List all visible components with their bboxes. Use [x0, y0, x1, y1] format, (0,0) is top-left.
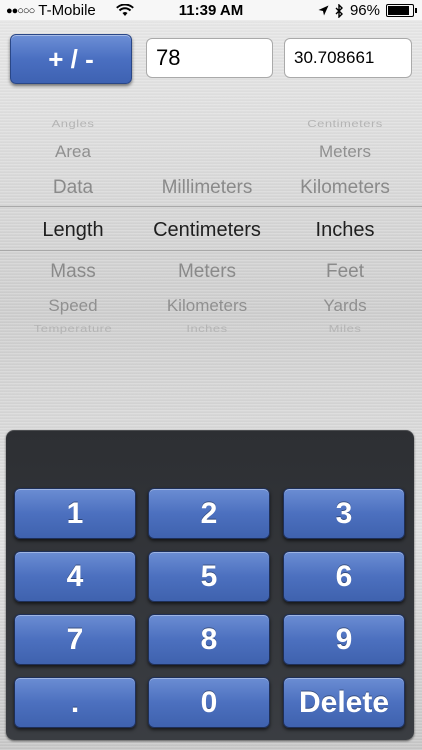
picker-to-unit[interactable]: Yards [274, 296, 416, 316]
battery-percent: 96% [349, 2, 380, 19]
picker-category[interactable]: Data [0, 177, 146, 199]
picker-selection-bottom-line [0, 250, 422, 251]
picker-to-unit[interactable]: Kilometers [274, 177, 416, 199]
key-0[interactable]: 0 [148, 677, 270, 728]
key-3[interactable]: 3 [283, 488, 405, 539]
picker-category[interactable]: Length [0, 219, 146, 242]
picker-to-unit[interactable]: Centimeters [274, 118, 416, 129]
picker-category[interactable]: Angles [0, 118, 146, 129]
key-8[interactable]: 8 [148, 614, 270, 665]
picker-category[interactable]: Area [0, 142, 146, 162]
picker-from-unit[interactable]: Millimeters [136, 177, 278, 199]
key-1[interactable]: 1 [14, 488, 136, 539]
key-6[interactable]: 6 [283, 551, 405, 602]
unit-picker[interactable]: Angles Centimeters Area Meters Data Millimete… [0, 108, 422, 348]
output-value-field[interactable]: 30.708661 [284, 38, 412, 78]
picker-from-unit[interactable]: Inches [136, 323, 278, 334]
picker-row[interactable]: Data Millimeters Kilometers [0, 177, 422, 207]
picker-to-unit[interactable]: Inches [274, 219, 416, 242]
picker-to-unit[interactable]: Miles [274, 323, 416, 334]
picker-to-unit[interactable]: Feet [274, 261, 416, 283]
keypad: 1 2 3 4 5 6 7 8 9. 0 Delete [6, 430, 414, 740]
picker-category[interactable]: Speed [0, 296, 146, 316]
picker-to-unit[interactable]: Meters [274, 142, 416, 162]
sign-toggle-button[interactable]: + / - [10, 34, 132, 84]
picker-row[interactable]: Area Meters [0, 142, 422, 172]
key-decimal[interactable]: . [14, 677, 136, 728]
picker-from-unit[interactable]: Meters [136, 261, 278, 283]
location-arrow-icon [318, 5, 329, 16]
picker-from-unit[interactable]: Centimeters [136, 219, 278, 242]
picker-row[interactable]: Length Centimeters Inches [0, 219, 422, 249]
key-2[interactable]: 2 [148, 488, 270, 539]
picker-from-unit[interactable]: Kilometers [136, 296, 278, 316]
picker-category[interactable]: Temperature [0, 323, 146, 334]
battery-level-fill [388, 6, 410, 15]
input-value-field[interactable]: 78 [146, 38, 273, 78]
key-5[interactable]: 5 [148, 551, 270, 602]
battery-icon [386, 4, 417, 17]
key-4[interactable]: 4 [14, 551, 136, 602]
delete-button[interactable]: Delete [283, 677, 405, 728]
picker-row[interactable]: Temperature Inches Miles [0, 321, 422, 351]
picker-category[interactable]: Mass [0, 261, 146, 283]
bluetooth-icon [335, 3, 343, 18]
status-right: 96% [318, 2, 417, 19]
picker-row[interactable]: Mass Meters Feet [0, 261, 422, 291]
status-bar: ●●○○○ T-Mobile 11:39 AM 96% [0, 0, 422, 20]
key-9[interactable]: 9 [283, 614, 405, 665]
key-7[interactable]: 7 [14, 614, 136, 665]
